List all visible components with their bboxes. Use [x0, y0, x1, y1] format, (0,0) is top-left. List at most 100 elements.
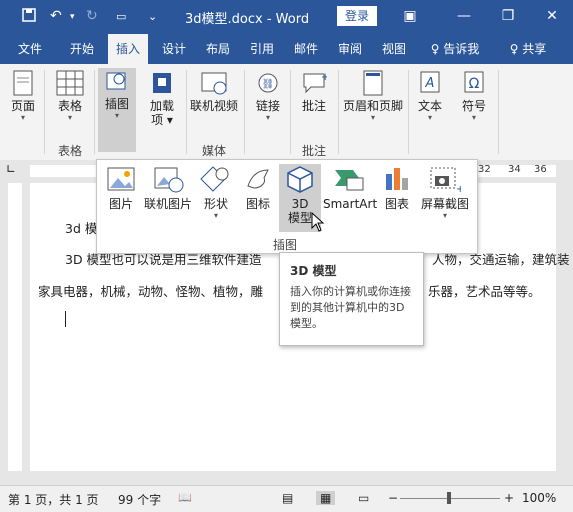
link-icon: ⛓ [258, 73, 278, 93]
bar-chart-icon [386, 168, 408, 190]
illustrations-label: 插图 [104, 97, 129, 111]
read-mode-icon[interactable]: ▤ [282, 491, 293, 505]
page-count[interactable]: 第 1 页，共 1 页 [8, 491, 99, 508]
icons-button[interactable]: 图标 [239, 164, 277, 211]
symbol-button[interactable]: Ω 符号 ▾ [456, 70, 492, 122]
comment-button[interactable]: + 批注 [296, 70, 332, 113]
close-button[interactable]: ✕ [540, 6, 564, 26]
comment-icon: + [303, 72, 329, 94]
screenshot-caret-icon: ▾ [442, 211, 447, 220]
share-button[interactable]: ♀ 共享 [498, 34, 558, 64]
tab-insert[interactable]: 插入 [108, 34, 148, 64]
svg-text:⛓: ⛓ [262, 78, 275, 90]
status-bar: 第 1 页，共 1 页 99 个字 📖 ▤ ▦ ▭ − + 100% [0, 485, 573, 512]
minimize-button[interactable]: — [452, 6, 476, 26]
smartart-label: SmartArt [323, 197, 378, 211]
online-video-button[interactable]: 联机视频 [188, 70, 240, 113]
separator [244, 70, 245, 154]
pages-label: 页面 [10, 99, 35, 113]
word-count[interactable]: 99 个字 [118, 491, 161, 508]
proofing-icon[interactable]: 📖 [178, 491, 192, 504]
zoom-level[interactable]: 100% [522, 491, 556, 505]
tab-selector-icon[interactable]: ∟ [6, 162, 16, 176]
table-caret-icon: ▾ [67, 113, 72, 122]
tab-file[interactable]: 文件 [10, 34, 50, 64]
separator [44, 70, 45, 154]
shapes-label: 形状 [203, 197, 228, 211]
table-button[interactable]: 表格 ▾ [50, 70, 90, 122]
bird-icon [247, 169, 269, 189]
separator [186, 70, 187, 154]
tab-home[interactable]: 开始 [62, 34, 102, 64]
addins-label-1: 加载 [149, 99, 174, 113]
shapes-button[interactable]: 形状 ▾ [197, 164, 235, 220]
pictures-button[interactable]: 图片 [101, 164, 141, 211]
camera-icon: + [430, 167, 464, 195]
pages-button[interactable]: 页面 ▾ [6, 70, 40, 122]
title-bar: ↶ ▾ ↻ ▭ ⌄ 3d模型.docx - Word 登录 ▣ — ❐ ✕ [0, 0, 573, 34]
tooltip: 3D 模型 插入你的计算机或你连接到的其他计算机中的3D 模型。 [279, 252, 424, 346]
ruler-number: 34 [508, 164, 521, 175]
link-label: 链接 [255, 99, 280, 113]
table-label: 表格 [57, 99, 82, 113]
tab-design[interactable]: 设计 [154, 34, 194, 64]
undo-dropdown-icon[interactable]: ▾ [70, 12, 75, 22]
zoom-out-button[interactable]: − [388, 491, 398, 505]
cube-icon [287, 166, 313, 193]
addins-button[interactable]: 加载 项 ▾ [142, 70, 182, 127]
redo-icon: ↻ [86, 8, 98, 24]
zoom-in-button[interactable]: + [504, 491, 514, 505]
group-label-table: 表格 [58, 144, 83, 158]
paragraph-line: 3d 模 [65, 221, 98, 236]
web-layout-icon[interactable]: ▭ [358, 491, 369, 505]
paragraph-line: 乐器，艺术品等等。 [428, 284, 541, 299]
tab-review[interactable]: 审阅 [330, 34, 370, 64]
login-button[interactable]: 登录 [337, 6, 377, 26]
chart-label: 图表 [384, 197, 409, 211]
print-layout-view-icon[interactable]: ▦ [316, 491, 336, 505]
omega-symbol-icon: Ω [464, 71, 484, 93]
tab-mailings[interactable]: 邮件 [286, 34, 326, 64]
ruler-number: 32 [478, 164, 491, 175]
illustrations-dropdown: 图片 联机图片 形状 ▾ 图标 3D 模型 SmartArt 图表 + 屏幕截图… [96, 159, 478, 254]
pages-caret-icon: ▾ [20, 113, 25, 122]
link-button[interactable]: ⛓ 链接 ▾ [250, 70, 286, 122]
header-footer-button[interactable]: 页眉和页脚 ▾ [342, 70, 404, 122]
group-label-media: 媒体 [202, 144, 227, 158]
illustrations-button[interactable]: 插图 ▾ [98, 68, 136, 152]
text-caret-icon: ▾ [427, 113, 432, 122]
undo-icon[interactable]: ↶ [50, 8, 62, 24]
online-picture-icon [154, 167, 184, 193]
group-label-illustrations: 插图 [273, 238, 298, 252]
text-button[interactable]: A 文本 ▾ [412, 70, 448, 122]
online-video-label: 联机视频 [189, 99, 238, 113]
print-layout-icon[interactable]: ▭ [116, 10, 126, 23]
text-label: 文本 [417, 99, 442, 113]
smartart-button[interactable]: SmartArt [323, 164, 378, 211]
tab-view[interactable]: 视图 [374, 34, 414, 64]
shapes-caret-icon: ▾ [213, 211, 218, 220]
customize-quick-access-icon[interactable]: ⌄ [148, 10, 157, 23]
icons-label: 图标 [245, 197, 270, 211]
header-footer-icon [363, 70, 383, 96]
tab-references[interactable]: 引用 [242, 34, 282, 64]
separator [94, 70, 95, 154]
screenshot-button[interactable]: + 屏幕截图 ▾ [417, 164, 473, 220]
group-label-comments: 批注 [302, 144, 327, 158]
zoom-slider-thumb[interactable] [447, 492, 451, 504]
tell-me-search[interactable]: ♀ 告诉我 [420, 34, 490, 64]
illustrations-icon [106, 72, 126, 90]
svg-text:Ω: Ω [469, 76, 480, 92]
online-pictures-button[interactable]: 联机图片 [143, 164, 193, 211]
mouse-pointer-icon [311, 212, 325, 232]
save-icon[interactable] [22, 8, 36, 26]
chart-button[interactable]: 图表 [379, 164, 415, 211]
addins-label-2: 项 ▾ [151, 113, 173, 127]
restore-button[interactable]: ❐ [496, 6, 520, 26]
text-cursor [65, 311, 66, 327]
screenshot-label: 屏幕截图 [420, 197, 469, 211]
header-footer-label: 页眉和页脚 [342, 99, 403, 113]
tab-layout[interactable]: 布局 [198, 34, 238, 64]
text-box-icon: A [420, 71, 440, 93]
ribbon-display-options-icon[interactable]: ▣ [398, 6, 422, 26]
